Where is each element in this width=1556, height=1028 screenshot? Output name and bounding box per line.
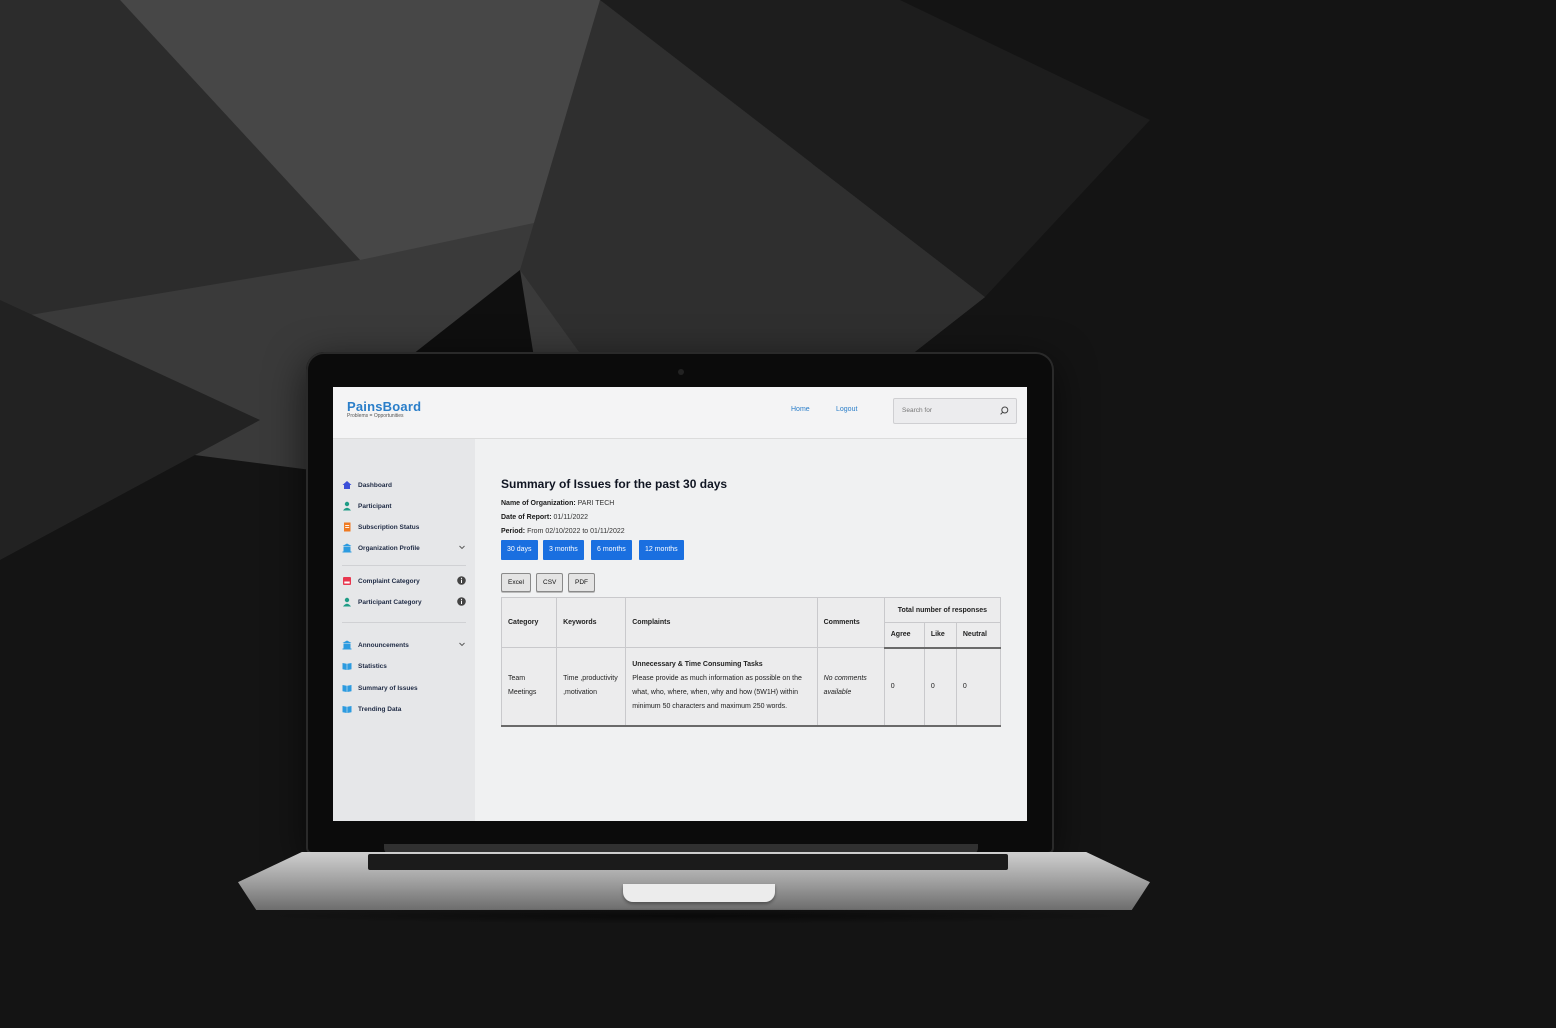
laptop-shadow bbox=[250, 908, 1140, 924]
table-row[interactable]: Team Meetings Time ,productivity ,motiva… bbox=[500, 647, 1002, 726]
book-icon bbox=[342, 685, 352, 692]
cell-like: 0 bbox=[923, 647, 957, 726]
cell-neutral: 0 bbox=[955, 647, 1002, 726]
period-12-months-button[interactable]: 12 months bbox=[639, 540, 684, 560]
column-header-comments[interactable]: Comments bbox=[816, 597, 885, 648]
cell-comments: No comments available bbox=[816, 647, 885, 726]
brand-logo[interactable]: PainsBoard Problems = Opportunities bbox=[347, 399, 421, 419]
top-navbar: PainsBoard Problems = Opportunities Home… bbox=[333, 387, 1027, 439]
nav-logout-link[interactable]: Logout bbox=[836, 406, 857, 413]
report-date-line: Date of Report: 01/11/2022 bbox=[501, 514, 588, 521]
sidebar-divider bbox=[342, 565, 466, 566]
sidebar-item-organization-profile[interactable]: Organization Profile bbox=[342, 541, 466, 555]
info-icon[interactable] bbox=[457, 576, 466, 585]
chevron-down-icon[interactable] bbox=[458, 543, 466, 551]
search-icon[interactable] bbox=[998, 405, 1010, 417]
sidebar-item-subscription-status[interactable]: Subscription Status bbox=[342, 520, 466, 534]
report-date-value: 01/11/2022 bbox=[553, 514, 589, 521]
complaint-title: Unnecessary & Time Consuming Tasks bbox=[632, 661, 763, 669]
book-icon bbox=[342, 663, 352, 670]
cell-keywords: Time ,productivity ,motivation bbox=[556, 647, 627, 726]
period-line: Period: From 02/10/2022 to 01/11/2022 bbox=[501, 528, 625, 535]
page-title: Summary of Issues for the past 30 days bbox=[501, 477, 728, 491]
user-icon bbox=[343, 597, 351, 607]
nav-home-link[interactable]: Home bbox=[791, 406, 810, 413]
column-header-complaints[interactable]: Complaints bbox=[625, 597, 818, 648]
complaint-body: Please provide as much information as po… bbox=[632, 675, 802, 711]
user-icon bbox=[343, 501, 351, 511]
search-input[interactable] bbox=[902, 405, 994, 415]
period-3-months-button[interactable]: 3 months bbox=[543, 540, 584, 560]
sidebar-item-label: Complaint Category bbox=[358, 577, 420, 585]
laptop-screen: PainsBoard Problems = Opportunities Home… bbox=[333, 387, 1027, 821]
organization-value: PARI TECH bbox=[577, 500, 615, 507]
organization-label: Name of Organization: bbox=[501, 500, 576, 507]
export-csv-button[interactable]: CSV bbox=[536, 573, 564, 592]
sidebar-item-label: Subscription Status bbox=[358, 523, 420, 531]
report-date-label: Date of Report: bbox=[501, 514, 552, 521]
sidebar-item-label: Participant Category bbox=[358, 598, 422, 606]
sidebar-item-label: Summary of Issues bbox=[358, 684, 418, 692]
column-header-neutral[interactable]: Neutral bbox=[955, 622, 1002, 649]
sidebar-item-dashboard[interactable]: Dashboard bbox=[342, 478, 466, 492]
column-header-category[interactable]: Category bbox=[500, 597, 558, 648]
inbox-icon bbox=[343, 577, 351, 585]
book-icon bbox=[342, 706, 352, 713]
column-header-agree[interactable]: Agree bbox=[883, 622, 925, 649]
building-icon bbox=[342, 543, 352, 553]
laptop-notch bbox=[623, 884, 775, 902]
building-icon bbox=[342, 640, 352, 650]
issues-table: Category Keywords Complaints Comments To… bbox=[500, 597, 1002, 727]
cell-category: Team Meetings bbox=[500, 647, 558, 726]
sidebar-item-announcements[interactable]: Announcements bbox=[342, 638, 466, 652]
sidebar-item-complaint-category[interactable]: Complaint Category bbox=[342, 574, 466, 588]
sidebar-item-label: Participant bbox=[358, 502, 392, 510]
column-header-total-responses: Total number of responses bbox=[883, 597, 1002, 623]
brand-name: PainsBoard bbox=[347, 399, 422, 414]
cell-agree: 0 bbox=[883, 647, 925, 726]
info-icon[interactable] bbox=[457, 597, 466, 606]
sidebar: Dashboard Participant Subscription Statu… bbox=[333, 439, 475, 821]
period-label: Period: bbox=[501, 528, 526, 535]
sidebar-item-label: Dashboard bbox=[358, 481, 392, 489]
organization-line: Name of Organization: PARI TECH bbox=[501, 500, 614, 507]
sidebar-item-label: Announcements bbox=[358, 641, 409, 649]
sidebar-item-label: Organization Profile bbox=[358, 544, 420, 552]
export-excel-button[interactable]: Excel bbox=[501, 573, 531, 592]
export-pdf-button[interactable]: PDF bbox=[568, 573, 595, 592]
chevron-down-icon[interactable] bbox=[458, 640, 466, 648]
sidebar-item-statistics[interactable]: Statistics bbox=[342, 659, 466, 673]
sidebar-item-label: Statistics bbox=[358, 662, 387, 670]
laptop-camera bbox=[678, 369, 684, 375]
home-icon bbox=[342, 481, 352, 489]
sidebar-item-participant-category[interactable]: Participant Category bbox=[342, 595, 466, 609]
sidebar-item-label: Trending Data bbox=[358, 705, 402, 713]
period-6-months-button[interactable]: 6 months bbox=[591, 540, 632, 560]
period-30-days-button[interactable]: 30 days bbox=[501, 540, 538, 560]
column-header-like[interactable]: Like bbox=[923, 622, 957, 649]
laptop-keyboard bbox=[368, 854, 1008, 870]
sidebar-item-trending-data[interactable]: Trending Data bbox=[342, 702, 466, 716]
cell-complaint: Unnecessary & Time Consuming Tasks Pleas… bbox=[625, 647, 818, 726]
sidebar-item-summary-of-issues[interactable]: Summary of Issues bbox=[342, 681, 466, 695]
sidebar-divider bbox=[342, 622, 466, 623]
document-icon bbox=[344, 522, 351, 532]
sidebar-item-participant[interactable]: Participant bbox=[342, 499, 466, 513]
period-value: From 02/10/2022 to 01/11/2022 bbox=[527, 528, 625, 535]
search-box bbox=[893, 398, 1017, 424]
column-header-keywords[interactable]: Keywords bbox=[556, 597, 627, 648]
